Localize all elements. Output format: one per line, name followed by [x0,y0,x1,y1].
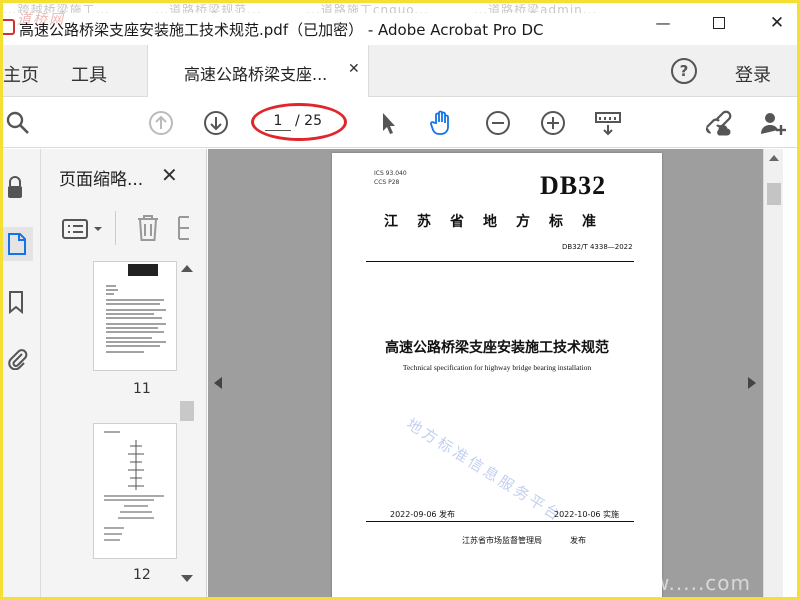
thumbnail-options-button[interactable] [61,215,107,243]
ghost-tab: ...道路桥梁admin... [473,3,598,13]
header-rule [366,261,634,262]
main-toolbar: 1 / 25 [3,98,797,148]
page-navigator: 1 / 25 [251,103,347,141]
pdf-page: ICS 93.040 CCS P28 DB32 江苏省地方标准 DB32/T 4… [332,153,662,597]
scroll-down-icon[interactable] [181,575,193,582]
thumbnail-label: 11 [133,381,151,397]
previous-page-icon[interactable] [146,108,176,138]
ics-code: ICS 93.040 CCS P28 [374,170,407,186]
thumbnail-panel: 页面缩略... ✕ 11 12 [41,149,207,597]
page-number-input[interactable]: 1 [265,113,291,131]
share-link-icon[interactable] [703,108,733,138]
collapse-left-panel-icon[interactable] [214,377,222,389]
close-panel-icon[interactable]: ✕ [161,163,178,187]
add-user-icon[interactable] [759,108,789,138]
title-bar: ...跨越桥梁施工... ...道路桥梁规范... ...道路施工cnquo..… [3,3,797,45]
navigation-rail [3,149,41,597]
maximize-button[interactable] [709,13,729,33]
attachment-icon[interactable] [3,341,33,375]
search-icon[interactable] [3,108,33,138]
thumbnail-label: 12 [133,567,151,583]
standard-code: DB32/T 4338—2022 [562,243,633,251]
app-tab-bar: 主页 工具 高速公路桥梁支座... ✕ ? 登录 [3,45,797,97]
login-button[interactable]: 登录 [735,61,771,87]
lock-icon[interactable] [3,171,33,205]
thumbnail-toolbar [41,207,207,251]
document-scrollbar[interactable] [763,149,783,597]
hand-tool-icon[interactable] [427,108,457,138]
standard-kind: 江苏省地方标准 [384,214,615,230]
scroll-up-icon[interactable] [181,265,193,272]
thumbnail-page-11[interactable] [93,261,177,371]
scrollbar-thumb[interactable] [180,401,194,421]
tools-tab[interactable]: 工具 [71,61,107,87]
ghost-tab: ...道路桥梁规范... [154,3,262,13]
background-browser-tabs: ...跨越桥梁施工... ...道路桥梁规范... ...道路施工cnquo..… [3,3,797,13]
fit-page-icon[interactable] [593,108,623,138]
scroll-up-icon[interactable] [769,155,779,161]
issuing-authority: 江苏省市场监督管理局 [462,536,542,545]
corner-watermark: w.....com [653,571,752,595]
page-thumbnails-icon[interactable] [3,227,33,261]
document-title-en: Technical specification for highway brid… [402,363,592,372]
acrobat-window: ...跨越桥梁施工... ...道路桥梁规范... ...道路施工cnquo..… [0,0,800,600]
document-title-cn: 高速公路桥梁支座安装施工技术规范 [385,340,609,356]
delete-page-icon[interactable] [135,213,161,243]
page-total: / 25 [295,113,322,129]
standard-prefix: DB32 [540,171,607,200]
window-title: 高速公路桥梁支座安装施工技术规范.pdf（已加密） - Adobe Acroba… [19,21,544,39]
thumbnail-panel-title: 页面缩略... [59,170,144,190]
next-page-icon[interactable] [201,108,231,138]
document-tab[interactable]: 高速公路桥梁支座... ✕ [147,45,369,97]
toolbar-divider [115,211,116,245]
footer-rule [366,521,634,522]
publish-date: 2022-09-06 发布 [390,510,456,519]
issued-label: 发布 [570,536,586,545]
collapse-right-panel-icon[interactable] [748,377,756,389]
home-tab[interactable]: 主页 [3,61,39,87]
help-icon[interactable]: ? [671,58,697,84]
zoom-in-icon[interactable] [538,108,568,138]
zoom-out-icon[interactable] [483,108,513,138]
thumbnail-scrollbar[interactable] [177,261,197,591]
scrollbar-thumb[interactable] [767,183,781,205]
select-cursor-icon[interactable] [373,108,403,138]
close-window-button[interactable]: ✕ [767,13,787,33]
close-tab-icon[interactable]: ✕ [348,61,360,77]
document-tab-label: 高速公路桥梁支座... [184,65,328,84]
acrobat-app-icon [3,19,15,35]
document-viewport[interactable]: ICS 93.040 CCS P28 DB32 江苏省地方标准 DB32/T 4… [208,149,763,597]
ghost-tab: ...道路施工cnquo... [306,3,429,13]
implementation-date: 2022-10-06 实施 [554,510,620,519]
thumbnail-page-12[interactable] [93,423,177,559]
minimize-button[interactable]: — [653,13,673,33]
insert-page-icon[interactable] [177,213,197,243]
bookmark-icon[interactable] [3,285,33,319]
